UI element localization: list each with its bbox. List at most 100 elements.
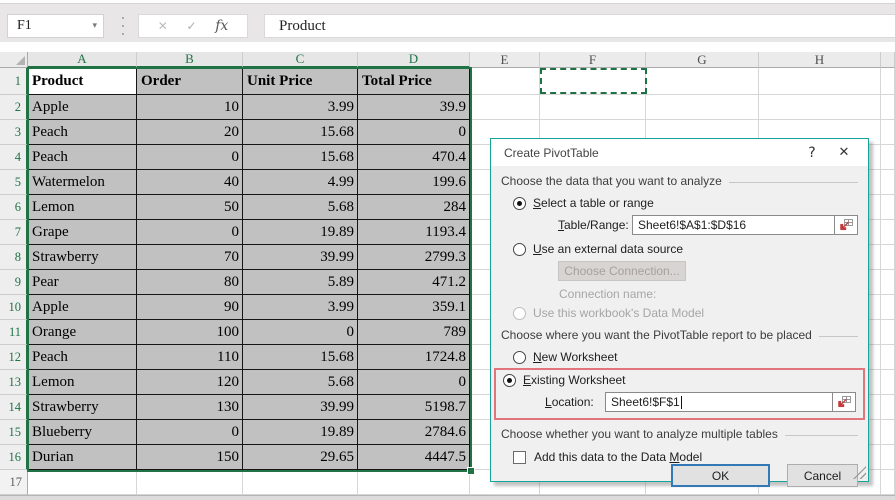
cell-h2[interactable] (759, 95, 881, 120)
radio-select-table-range[interactable]: Select a table or range (513, 196, 858, 210)
cell-c8[interactable]: 39.99 (243, 245, 358, 270)
range-picker-icon[interactable] (833, 392, 856, 412)
cell-b14[interactable]: 130 (137, 395, 243, 420)
cell-b16[interactable]: 150 (137, 445, 243, 470)
row-header-13[interactable]: 13 (0, 370, 28, 395)
fill-handle[interactable] (467, 467, 475, 475)
column-header-e[interactable]: E (470, 52, 540, 68)
help-icon[interactable]: ? (796, 145, 828, 161)
cell-b2[interactable]: 10 (137, 95, 243, 120)
row-header-16[interactable]: 16 (0, 445, 28, 470)
column-header-f[interactable]: F (540, 52, 646, 68)
cell-i1[interactable] (881, 68, 895, 95)
row-header-7[interactable]: 7 (0, 220, 28, 245)
checkbox-add-data-model[interactable]: Add this data to the Data Model (513, 450, 858, 464)
checkbox-icon[interactable] (513, 451, 526, 464)
insert-function-icon[interactable]: fx (215, 18, 228, 34)
select-all-corner[interactable] (0, 52, 28, 68)
cell-b8[interactable]: 70 (137, 245, 243, 270)
cell-i9[interactable] (881, 270, 895, 295)
cell-a3[interactable]: Peach (28, 120, 137, 145)
row-header-6[interactable]: 6 (0, 195, 28, 220)
cell-b4[interactable]: 0 (137, 145, 243, 170)
cell-b1[interactable]: Order (137, 68, 243, 95)
cell-i13[interactable] (881, 370, 895, 395)
cell-i2[interactable] (881, 95, 895, 120)
row-header-5[interactable]: 5 (0, 170, 28, 195)
cell-i6[interactable] (881, 195, 895, 220)
cell-d17[interactable] (358, 470, 470, 495)
row-header-14[interactable]: 14 (0, 395, 28, 420)
cell-c14[interactable]: 39.99 (243, 395, 358, 420)
cell-i8[interactable] (881, 245, 895, 270)
cell-b10[interactable]: 90 (137, 295, 243, 320)
cell-a16[interactable]: Durian (28, 445, 137, 470)
cell-i11[interactable] (881, 320, 895, 345)
range-picker-icon[interactable] (835, 215, 858, 235)
cell-b3[interactable]: 20 (137, 120, 243, 145)
cell-a13[interactable]: Lemon (28, 370, 137, 395)
cell-i15[interactable] (881, 420, 895, 445)
radio-existing-worksheet[interactable]: Existing Worksheet (503, 373, 856, 387)
cell-a2[interactable]: Apple (28, 95, 137, 120)
close-icon[interactable]: ✕ (828, 145, 860, 160)
formula-input[interactable]: Product (264, 14, 895, 38)
cell-a12[interactable]: Peach (28, 345, 137, 370)
cell-c13[interactable]: 5.68 (243, 370, 358, 395)
cell-a1[interactable]: Product (28, 68, 137, 95)
cell-c15[interactable]: 19.89 (243, 420, 358, 445)
column-header-b[interactable]: B (137, 52, 243, 68)
row-header-17[interactable]: 17 (0, 470, 28, 495)
name-box[interactable]: F1 ▾ (7, 14, 104, 38)
cell-a5[interactable]: Watermelon (28, 170, 137, 195)
row-header-2[interactable]: 2 (0, 95, 28, 120)
cell-a6[interactable]: Lemon (28, 195, 137, 220)
column-header-a[interactable]: A (28, 52, 137, 68)
radio-new-worksheet[interactable]: New Worksheet (513, 350, 858, 364)
name-box-dropdown-icon[interactable]: ▾ (92, 21, 97, 31)
cell-i5[interactable] (881, 170, 895, 195)
radio-selected-icon[interactable] (503, 374, 516, 387)
row-header-8[interactable]: 8 (0, 245, 28, 270)
cell-d3[interactable]: 0 (358, 120, 470, 145)
cell-d4[interactable]: 470.4 (358, 145, 470, 170)
row-header-10[interactable]: 10 (0, 295, 28, 320)
cell-d11[interactable]: 789 (358, 320, 470, 345)
cell-c10[interactable]: 3.99 (243, 295, 358, 320)
cell-c4[interactable]: 15.68 (243, 145, 358, 170)
column-header-h[interactable]: H (759, 52, 881, 68)
cell-d7[interactable]: 1193.4 (358, 220, 470, 245)
cell-c16[interactable]: 29.65 (243, 445, 358, 470)
cell-c11[interactable]: 0 (243, 320, 358, 345)
cell-d15[interactable]: 2784.6 (358, 420, 470, 445)
cell-d14[interactable]: 5198.7 (358, 395, 470, 420)
cancel-entry-icon[interactable]: ✕ (158, 19, 168, 33)
table-range-input[interactable]: Sheet6!$A$1:$D$16 (632, 215, 835, 235)
cell-i14[interactable] (881, 395, 895, 420)
cell-a8[interactable]: Strawberry (28, 245, 137, 270)
cell-b6[interactable]: 50 (137, 195, 243, 220)
row-header-4[interactable]: 4 (0, 145, 28, 170)
row-header-9[interactable]: 9 (0, 270, 28, 295)
row-header-1[interactable]: 1 (0, 68, 28, 95)
cell-b9[interactable]: 80 (137, 270, 243, 295)
cell-e2[interactable] (470, 95, 540, 120)
row-header-11[interactable]: 11 (0, 320, 28, 345)
column-header-d[interactable]: D (358, 52, 470, 68)
cell-f2[interactable] (540, 95, 646, 120)
cell-d1[interactable]: Total Price (358, 68, 470, 95)
cancel-button[interactable]: Cancel (787, 464, 858, 487)
cell-c1[interactable]: Unit Price (243, 68, 358, 95)
location-input[interactable]: Sheet6!$F$1 (605, 392, 833, 412)
cell-a10[interactable]: Apple (28, 295, 137, 320)
row-header-12[interactable]: 12 (0, 345, 28, 370)
cell-c2[interactable]: 3.99 (243, 95, 358, 120)
cell-c9[interactable]: 5.89 (243, 270, 358, 295)
cell-d9[interactable]: 471.2 (358, 270, 470, 295)
radio-external-source[interactable]: Use an external data source (513, 242, 858, 256)
row-header-3[interactable]: 3 (0, 120, 28, 145)
cell-a17[interactable] (28, 470, 137, 495)
cell-d8[interactable]: 2799.3 (358, 245, 470, 270)
cell-c7[interactable]: 19.89 (243, 220, 358, 245)
cell-i17[interactable] (881, 470, 895, 495)
